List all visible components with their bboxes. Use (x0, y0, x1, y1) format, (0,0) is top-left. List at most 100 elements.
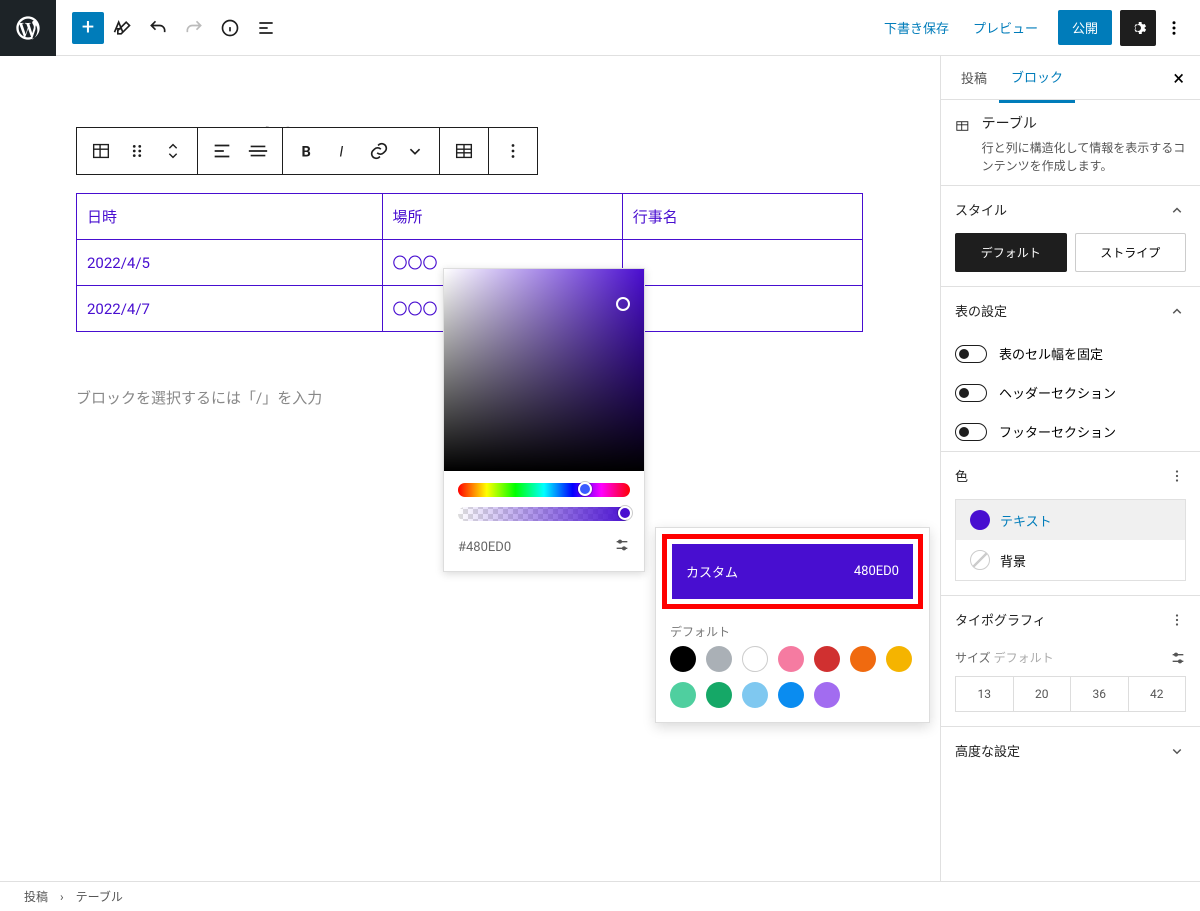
toggle-switch[interactable] (955, 384, 987, 402)
wordpress-logo[interactable] (0, 0, 56, 56)
bold-icon[interactable]: B (289, 129, 325, 173)
breadcrumb-post[interactable]: 投稿 (24, 888, 48, 905)
more-options-icon[interactable] (1168, 467, 1186, 485)
table-cell[interactable]: 2022/4/5 (77, 240, 383, 286)
color-swatch[interactable] (670, 646, 696, 672)
color-swatch[interactable] (814, 682, 840, 708)
color-palette-popover: カスタム 480ED0 デフォルト (655, 527, 930, 723)
saturation-cursor[interactable] (616, 297, 630, 311)
table-icon (955, 114, 970, 138)
preview-button[interactable]: プレビュー (961, 18, 1050, 37)
custom-color-bar[interactable]: カスタム 480ED0 (672, 544, 913, 599)
saturation-value-area[interactable] (444, 269, 644, 471)
add-block-button[interactable]: + (72, 12, 104, 44)
align-wide-icon[interactable] (240, 129, 276, 173)
sliders-icon[interactable] (1170, 650, 1186, 666)
chevron-up-icon (1168, 302, 1186, 320)
table-header-cell[interactable]: 行事名 (622, 194, 862, 240)
panel-header-advanced[interactable]: 高度な設定 (941, 727, 1200, 774)
tab-post[interactable]: 投稿 (949, 56, 999, 101)
table-edit-icon[interactable] (446, 129, 482, 173)
table-header-cell[interactable]: 場所 (382, 194, 622, 240)
alpha-slider[interactable] (458, 507, 630, 521)
style-stripe-button[interactable]: ストライプ (1075, 233, 1187, 272)
move-updown-icon[interactable] (155, 129, 191, 173)
color-swatch[interactable] (706, 646, 732, 672)
color-swatch[interactable] (742, 646, 768, 672)
breadcrumb-sep: › (60, 890, 64, 904)
drag-handle-icon[interactable] (119, 129, 155, 173)
panel-header-typography[interactable]: タイポグラフィ (941, 596, 1200, 643)
custom-hex: 480ED0 (854, 564, 899, 579)
toggle-switch[interactable] (955, 423, 987, 441)
block-info: テーブル 行と列に構造化して情報を表示するコンテンツを作成します。 (941, 100, 1200, 185)
size-option[interactable]: 13 (956, 677, 1014, 711)
alpha-cursor[interactable] (618, 506, 632, 520)
table-header-cell[interactable]: 日時 (77, 194, 383, 240)
link-icon[interactable] (361, 129, 397, 173)
info-icon[interactable] (212, 10, 248, 46)
save-draft-button[interactable]: 下書き保存 (872, 18, 961, 37)
color-picker-popover: #480ED0 (443, 268, 645, 572)
color-swatch[interactable] (778, 682, 804, 708)
breadcrumb-table[interactable]: テーブル (76, 888, 123, 905)
breadcrumb: 投稿 › テーブル (0, 881, 1200, 911)
color-swatch[interactable] (850, 646, 876, 672)
color-swatch[interactable] (886, 646, 912, 672)
more-options-icon[interactable] (1168, 611, 1186, 629)
table-cell[interactable] (622, 286, 862, 332)
toggle-switch[interactable] (955, 345, 987, 363)
color-text-row[interactable]: テキスト (956, 500, 1185, 540)
table-row: 日時 場所 行事名 (77, 194, 863, 240)
panel-typography: タイポグラフィ サイズ デフォルト 13 20 36 42 (941, 595, 1200, 726)
size-option[interactable]: 36 (1071, 677, 1129, 711)
more-options-icon[interactable] (1156, 10, 1192, 46)
redo-icon[interactable] (176, 10, 212, 46)
block-toolbar: B I (76, 127, 538, 175)
chevron-down-icon (1168, 742, 1186, 760)
block-description: 行と列に構造化して情報を表示するコンテンツを作成します。 (982, 139, 1186, 175)
color-swatch[interactable] (778, 646, 804, 672)
color-swatch-icon (970, 550, 990, 570)
size-option[interactable]: 42 (1129, 677, 1186, 711)
color-swatch[interactable] (742, 682, 768, 708)
settings-gear-icon[interactable] (1120, 10, 1156, 46)
color-swatch[interactable] (670, 682, 696, 708)
table-cell[interactable]: 2022/4/7 (77, 286, 383, 332)
hex-value[interactable]: #480ED0 (458, 540, 614, 555)
toggle-header-section[interactable]: ヘッダーセクション (941, 373, 1200, 412)
italic-icon[interactable]: I (325, 129, 361, 173)
publish-button[interactable]: 公開 (1058, 10, 1112, 45)
outline-icon[interactable] (248, 10, 284, 46)
panel-header-color[interactable]: 色 (941, 452, 1200, 499)
panel-header-table-settings[interactable]: 表の設定 (941, 287, 1200, 334)
more-options-icon[interactable] (495, 129, 531, 173)
close-sidebar-icon[interactable]: × (1165, 66, 1192, 90)
chevron-down-icon[interactable] (397, 129, 433, 173)
color-swatch[interactable] (706, 682, 732, 708)
panel-style: スタイル デフォルト ストライプ (941, 185, 1200, 286)
panel-table-settings: 表の設定 表のセル幅を固定 ヘッダーセクション フッターセクション (941, 286, 1200, 451)
panel-header-style[interactable]: スタイル (941, 186, 1200, 233)
color-swatch[interactable] (814, 646, 840, 672)
toggle-footer-section[interactable]: フッターセクション (941, 412, 1200, 451)
table-cell[interactable] (622, 240, 862, 286)
align-left-icon[interactable] (204, 129, 240, 173)
size-option[interactable]: 20 (1014, 677, 1072, 711)
toggle-fixed-width[interactable]: 表のセル幅を固定 (941, 334, 1200, 373)
default-colors-label: デフォルト (656, 615, 929, 646)
color-background-row[interactable]: 背景 (956, 540, 1185, 580)
edit-mode-icon[interactable] (104, 10, 140, 46)
hue-cursor[interactable] (578, 482, 592, 496)
panel-advanced: 高度な設定 (941, 726, 1200, 774)
chevron-up-icon (1168, 201, 1186, 219)
table-block-icon[interactable] (83, 129, 119, 173)
svg-text:I: I (339, 143, 343, 161)
hue-slider[interactable] (458, 483, 630, 497)
undo-icon[interactable] (140, 10, 176, 46)
style-default-button[interactable]: デフォルト (955, 233, 1067, 272)
default-swatches (656, 646, 929, 708)
sliders-toggle-icon[interactable] (614, 537, 630, 557)
tab-block[interactable]: ブロック (999, 56, 1075, 103)
block-title: テーブル (982, 114, 1186, 135)
